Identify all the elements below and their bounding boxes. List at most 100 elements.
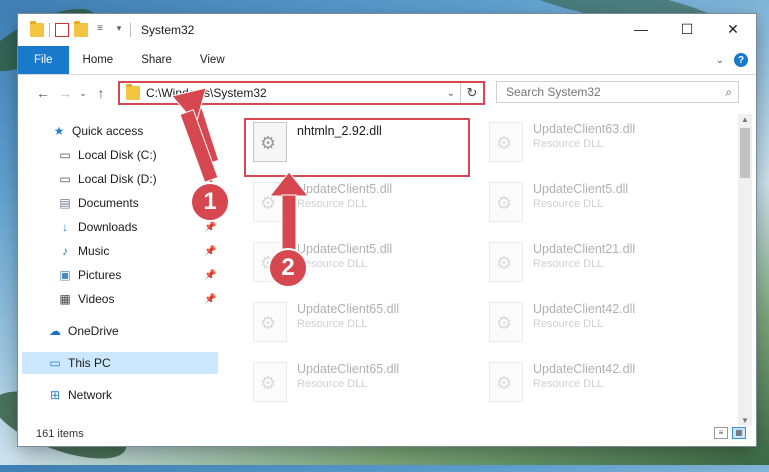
file-type: Resource DLL bbox=[533, 258, 604, 270]
file-item[interactable]: UpdateClient5.dll Resource DLL bbox=[247, 178, 477, 236]
sidebar-item-label: Local Disk (C:) bbox=[78, 148, 157, 162]
vertical-scrollbar[interactable]: ▲ ▼ bbox=[738, 114, 752, 426]
file-name: UpdateClient5.dll bbox=[533, 182, 629, 196]
quick-access-toolbar: ≡ ▾ bbox=[18, 21, 126, 37]
minimize-button[interactable]: — bbox=[618, 14, 664, 44]
pin-icon[interactable]: 📌 bbox=[204, 150, 216, 161]
dll-file-icon bbox=[253, 362, 287, 402]
properties-icon[interactable] bbox=[55, 23, 69, 37]
file-name: UpdateClient65.dll bbox=[297, 302, 400, 316]
tab-home[interactable]: Home bbox=[69, 46, 128, 74]
scrollbar-thumb[interactable] bbox=[740, 128, 750, 178]
sidebar-item-music[interactable]: ♪ Music 📌 bbox=[58, 240, 223, 262]
sidebar-item-label: Local Disk (D:) bbox=[78, 172, 157, 186]
drive-icon: ▭ bbox=[59, 172, 71, 186]
sidebar-item-videos[interactable]: ▦ Videos 📌 bbox=[58, 288, 223, 310]
sidebar-item-label: This PC bbox=[68, 356, 111, 370]
search-icon[interactable]: ⌕ bbox=[725, 85, 732, 100]
ribbon-tabs: File Home Share View ⌄ ? bbox=[18, 46, 756, 75]
dll-file-icon bbox=[489, 122, 523, 162]
dll-file-icon bbox=[489, 362, 523, 402]
forward-arrow-icon[interactable]: → bbox=[54, 85, 76, 101]
recent-locations-icon[interactable]: ⌄ bbox=[76, 88, 90, 99]
details-view-icon[interactable]: ≡ bbox=[714, 427, 728, 439]
dll-file-icon bbox=[489, 182, 523, 222]
file-item[interactable]: UpdateClient42.dll Resource DLL bbox=[483, 358, 713, 416]
new-folder-icon[interactable] bbox=[74, 21, 88, 37]
tab-file[interactable]: File bbox=[18, 46, 69, 74]
search-box[interactable]: ⌕ bbox=[496, 81, 739, 103]
file-name: UpdateClient42.dll bbox=[533, 302, 636, 316]
navigation-pane: ★ Quick access ▭ Local Disk (C:) 📌 ▭ Loc… bbox=[18, 116, 223, 414]
pin-icon[interactable]: 📌 bbox=[204, 222, 216, 233]
tab-view[interactable]: View bbox=[186, 46, 239, 74]
step-2-badge: 2 bbox=[268, 248, 308, 288]
help-icon[interactable]: ? bbox=[734, 53, 748, 67]
file-item[interactable]: UpdateClient65.dll Resource DLL bbox=[247, 298, 477, 356]
file-item[interactable]: UpdateClient5.dll Resource DLL bbox=[483, 178, 713, 236]
maximize-button[interactable]: ☐ bbox=[664, 14, 710, 44]
videos-icon: ▦ bbox=[59, 292, 71, 306]
file-name: UpdateClient65.dll bbox=[297, 362, 400, 376]
sidebar-item-downloads[interactable]: ↓ Downloads 📌 bbox=[58, 216, 223, 238]
close-button[interactable]: ✕ bbox=[710, 14, 756, 44]
item-count: 161 items bbox=[36, 428, 84, 440]
scroll-up-icon[interactable]: ▲ bbox=[738, 115, 752, 124]
star-icon: ★ bbox=[53, 124, 65, 138]
title-bar: ≡ ▾ System32 — ☐ ✕ bbox=[18, 14, 756, 46]
file-item[interactable]: UpdateClient65.dll Resource DLL bbox=[247, 358, 477, 416]
ribbon-right: ⌄ ? bbox=[716, 46, 756, 74]
pin-icon[interactable]: 📌 bbox=[204, 246, 216, 257]
file-type: Resource DLL bbox=[533, 378, 604, 390]
music-icon: ♪ bbox=[62, 244, 68, 258]
sidebar-item-label: Quick access bbox=[72, 124, 144, 138]
pin-icon[interactable]: 📌 bbox=[204, 270, 216, 281]
sidebar-item-network[interactable]: ⊞ Network bbox=[48, 384, 112, 406]
download-icon: ↓ bbox=[62, 220, 68, 234]
pictures-icon: ▣ bbox=[59, 268, 71, 282]
address-dropdown-icon[interactable]: ⌄ bbox=[442, 88, 460, 99]
dropdown-arrow-icon[interactable]: ▾ bbox=[112, 23, 126, 37]
tiles-view-icon[interactable]: ▦ bbox=[732, 427, 746, 439]
sidebar-item-label: OneDrive bbox=[68, 324, 119, 338]
file-type: Resource DLL bbox=[297, 258, 368, 270]
address-path[interactable]: C:\Windows\System32 bbox=[146, 86, 442, 100]
step-1-badge: 1 bbox=[190, 182, 230, 222]
file-name: UpdateClient21.dll bbox=[533, 242, 636, 256]
pin-icon[interactable]: 📌 bbox=[204, 294, 216, 305]
view-switcher: ≡ ▦ bbox=[714, 427, 746, 439]
window-title: System32 bbox=[141, 23, 195, 37]
file-item[interactable]: UpdateClient21.dll Resource DLL bbox=[483, 238, 713, 296]
back-arrow-icon[interactable]: ← bbox=[32, 85, 54, 101]
file-item[interactable]: UpdateClient42.dll Resource DLL bbox=[483, 298, 713, 356]
address-bar[interactable]: C:\Windows\System32 ⌄ ↻ bbox=[118, 81, 485, 105]
file-item[interactable]: UpdateClient63.dll Resource DLL bbox=[483, 118, 713, 176]
file-name: UpdateClient63.dll bbox=[533, 122, 636, 136]
search-input[interactable] bbox=[506, 85, 706, 99]
folder-icon[interactable] bbox=[30, 21, 44, 37]
customize-toolbar-icon[interactable]: ≡ bbox=[93, 23, 107, 37]
sidebar-item-pictures[interactable]: ▣ Pictures 📌 bbox=[58, 264, 223, 286]
file-name: UpdateClient5.dll bbox=[297, 182, 393, 196]
file-type: Resource DLL bbox=[533, 198, 604, 210]
refresh-icon[interactable]: ↻ bbox=[460, 83, 483, 103]
expand-ribbon-icon[interactable]: ⌄ bbox=[716, 55, 724, 66]
up-arrow-icon[interactable]: ↑ bbox=[90, 85, 112, 101]
sidebar-item-onedrive[interactable]: ☁ OneDrive bbox=[48, 320, 119, 342]
tab-share[interactable]: Share bbox=[127, 46, 186, 74]
sidebar-item-label: Videos bbox=[78, 292, 115, 306]
sidebar-item-this-pc[interactable]: ▭ This PC bbox=[22, 352, 218, 374]
sidebar-item-local-disk-c[interactable]: ▭ Local Disk (C:) 📌 bbox=[58, 144, 223, 166]
sidebar-item-label: Music bbox=[78, 244, 110, 258]
file-type: Resource DLL bbox=[533, 318, 604, 330]
network-icon: ⊞ bbox=[49, 388, 61, 402]
sidebar-item-quick-access[interactable]: ★ Quick access bbox=[52, 120, 144, 142]
sidebar-item-label: Downloads bbox=[78, 220, 138, 234]
sidebar-item-label: Pictures bbox=[78, 268, 122, 282]
file-type: Resource DLL bbox=[297, 318, 368, 330]
computer-icon: ▭ bbox=[49, 356, 61, 370]
window-controls: — ☐ ✕ bbox=[618, 14, 756, 44]
file-explorer-window: ≡ ▾ System32 — ☐ ✕ File Home Share View … bbox=[18, 14, 756, 446]
sidebar-item-label: Network bbox=[68, 388, 113, 402]
cloud-icon: ☁ bbox=[49, 324, 61, 338]
